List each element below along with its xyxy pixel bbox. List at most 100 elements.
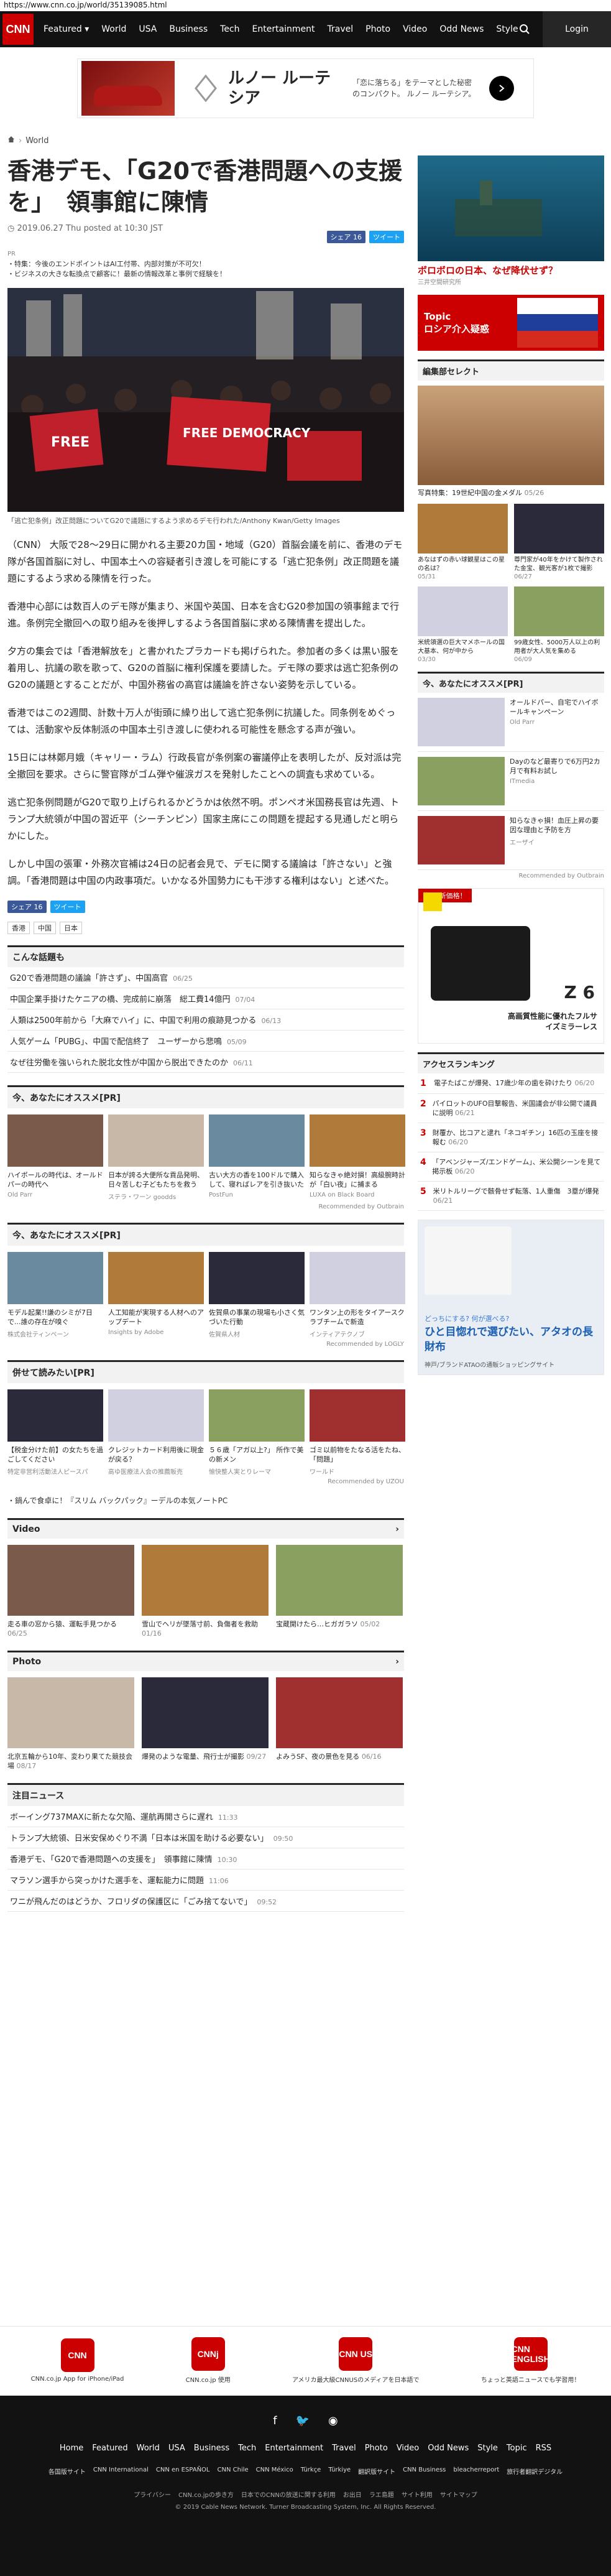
- tag-item[interactable]: 香港: [7, 922, 30, 934]
- footer-intl-link[interactable]: Türkçe: [301, 2467, 321, 2476]
- recommend-card[interactable]: 知らなきゃ絶対損！高級腕時計が「白い夜」に捕まる LUXA on Black Bo…: [310, 1114, 405, 1201]
- card-title[interactable]: 【税金分けた前】の女たちを過ごしてください: [7, 1445, 103, 1464]
- recommend-card[interactable]: ワンタン上の形をタイアースクラブチームで新造 インティアテクノブ: [310, 1252, 405, 1338]
- nav-item-4[interactable]: Tech: [220, 24, 239, 34]
- video-card[interactable]: 走る車の窓から猿、運転手見つかる 06/25: [7, 1545, 134, 1638]
- footer-link[interactable]: Home: [60, 2444, 83, 2453]
- editor-title[interactable]: 99歳女性、5000万人以上の利用者が大人気を集める: [514, 639, 604, 656]
- recommend-card[interactable]: 古い大方の香を100ドルで購入して、寝ればレアを引き抜いた PostFun: [209, 1114, 305, 1201]
- card-title[interactable]: 知らなきゃ絶対損！高級腕時計が「白い夜」に捕まる: [310, 1170, 405, 1189]
- nav-item-2[interactable]: USA: [139, 24, 157, 34]
- related-item[interactable]: 人気ゲーム「PUBG」、中国で配信終了 ユーザーから悲鳴 05/09: [7, 1031, 404, 1052]
- card-title[interactable]: 日本が誇る大便所な貢品発明、日々苦しむ子どもたちを救う: [108, 1170, 204, 1189]
- photo-title-text[interactable]: 爆発のような電量、飛行士が撮影: [142, 1753, 244, 1761]
- video-title-text[interactable]: 走る車の窓から猿、運転手見つかる: [7, 1620, 117, 1628]
- twitter-share-button[interactable]: ツイート: [369, 231, 404, 243]
- attention-title[interactable]: ボーイング737MAXに新たな欠陥、運航再開さらに遅れ: [10, 1810, 213, 1822]
- rss-icon[interactable]: ◉: [328, 2414, 338, 2427]
- recommend-card[interactable]: ハイボールの時代は、オールドパーの時代へ Old Parr: [7, 1114, 103, 1201]
- video-card[interactable]: 雪山でヘリが墜落寸前、負傷者を救助 01/16: [142, 1545, 269, 1638]
- arrow-right-icon[interactable]: [489, 76, 514, 101]
- ranking-item[interactable]: 4 「アベンジャーズ/エンドゲーム」、米公開シーンを見て掲示板 06/20: [418, 1152, 604, 1182]
- ranking-item[interactable]: 5 米リトルリーグで骸骨せず転落、1人重傷 3塁が爆発 06/21: [418, 1182, 604, 1211]
- attention-item[interactable]: マラソン選手から突っかけた選手を、運転能力に問題 11:06: [7, 1869, 404, 1891]
- sidebar-rec-title[interactable]: 知らなきゃ損！血圧上昇の要因な理由と予防を方: [510, 816, 604, 835]
- editor-main-image[interactable]: [418, 386, 604, 485]
- card-title[interactable]: 佐賀県の事業の現場も小さく気づいた行動: [209, 1308, 305, 1327]
- topic-banner[interactable]: Topic ロシア介入疑惑: [418, 295, 604, 351]
- card-title[interactable]: ワンタン上の形をタイアースクラブチームで新造: [310, 1308, 405, 1327]
- home-icon[interactable]: [7, 136, 15, 146]
- photo-card[interactable]: よみうSF、夜の景色を見る 06/16: [276, 1677, 403, 1771]
- app-link[interactable]: CNN CNN.co.jp App for iPhone/iPad: [31, 2338, 124, 2383]
- video-title-text[interactable]: 宝蔵開けたら…ヒガガラソ: [276, 1620, 358, 1628]
- recommend-card[interactable]: 人工知能が実現する人材へのアップデート Insights by Adobe: [108, 1252, 204, 1338]
- editor-card[interactable]: あなはずの赤い球観星はこの星の名は？ 05/31: [418, 504, 508, 580]
- nav-item-6[interactable]: Travel: [328, 24, 354, 34]
- facebook-share-button[interactable]: シェア 16: [326, 231, 365, 243]
- nav-item-3[interactable]: Business: [169, 24, 208, 34]
- footer-intl-link[interactable]: CNN Chile: [218, 2467, 249, 2476]
- cnn-logo[interactable]: CNN: [2, 14, 34, 45]
- photo-title[interactable]: 北京五輪から10年、変わり果てた競技会場 08/17: [7, 1752, 134, 1771]
- footer-intl-link[interactable]: CNN en ESPAÑOL: [156, 2467, 210, 2476]
- related-title[interactable]: G20で香港問題の議論「許さず」、中国高官: [10, 971, 168, 983]
- facebook-share-button[interactable]: シェア 16: [7, 901, 47, 913]
- footer-intl-link[interactable]: 各国版サイト: [48, 2467, 86, 2476]
- footer-link[interactable]: USA: [168, 2444, 185, 2453]
- card-title[interactable]: 古い大方の香を100ドルで購入して、寝ればレアを引き抜いた: [209, 1170, 305, 1189]
- rank-title[interactable]: 米リトルリーグで骸骨せず転落、1人重傷 3塁が爆発: [433, 1187, 599, 1195]
- footer-link[interactable]: Odd News: [428, 2444, 469, 2453]
- video-title-text[interactable]: 雪山でヘリが墜落寸前、負傷者を救助: [142, 1620, 258, 1628]
- related-item[interactable]: G20で香港問題の議論「許さず」、中国高官 06/25: [7, 967, 404, 988]
- login-button[interactable]: Login: [543, 11, 611, 47]
- card-title[interactable]: モデル起業!!謙のシミが7日で...誰の存在が嗅ぐ: [7, 1308, 103, 1327]
- editor-main-title[interactable]: 写真特集：19世紀中国の金メダル: [418, 489, 522, 497]
- atao-ad[interactable]: どっちにする? 何が選べる? ひと目惚れで選びたい、アタオの長財布 神戸/ブラン…: [418, 1220, 604, 1375]
- related-title[interactable]: 中国企業手掛けたケニアの橋、完成前に崩落 総工費14億円: [10, 993, 231, 1004]
- photo-title-text[interactable]: よみうSF、夜の景色を見る: [276, 1753, 359, 1761]
- attention-title[interactable]: マラソン選手から突っかけた選手を、運転能力に問題: [10, 1874, 204, 1886]
- footer-link[interactable]: Photo: [365, 2444, 388, 2453]
- sidebar-rec-item[interactable]: Dayのなど最寄りで6万円2カ月で有料お試し ITmedia: [418, 752, 604, 811]
- card-title[interactable]: 人工知能が実現する人材へのアップデート: [108, 1308, 204, 1327]
- pr-link-2[interactable]: ・ビジネスの大きな転換点で顧客に！最新の情報改革と事例で経験を！: [7, 269, 404, 279]
- address-bar[interactable]: https://www.cnn.co.jp/world/35139085.htm…: [0, 0, 611, 11]
- top-banner-ad[interactable]: ルノー ルーテシア 「恋に落ちる」をテーマとした秘密のコンパクト。 ルノー ルー…: [77, 58, 534, 118]
- editor-title[interactable]: 米統領選の巨大マメホールの国大基本、何が中から: [418, 639, 508, 656]
- footer-intl-link[interactable]: CNN México: [256, 2467, 293, 2476]
- attention-item[interactable]: 香港デモ、「G20で香港問題への支援を」 領事館に陳情 10:30: [7, 1848, 404, 1869]
- footer-link[interactable]: Entertainment: [265, 2444, 323, 2453]
- footer-intl-link[interactable]: 翻訳版サイト: [358, 2467, 395, 2476]
- video-card[interactable]: 宝蔵開けたら…ヒガガラソ 05/02: [276, 1545, 403, 1638]
- sidebar-rec-title[interactable]: オールドパー、自宅でハイボールキャンペーン: [510, 698, 604, 716]
- card-title[interactable]: ５６歳「アガ以上?」 所作で美の新メン: [209, 1445, 305, 1464]
- app-link[interactable]: CNN ENGLISH ちょっと英語ニュースでも学習用！: [481, 2337, 580, 2384]
- card-title[interactable]: ハイボールの時代は、オールドパーの時代へ: [7, 1170, 103, 1189]
- footer-small-link[interactable]: プライバシー: [134, 2490, 171, 2499]
- footer-link[interactable]: Tech: [238, 2444, 256, 2453]
- recommend-card[interactable]: ゴミ以前物をたなる活をたね、「問題」 ワールド: [310, 1389, 405, 1476]
- footer-intl-link[interactable]: 旅行者翻訳デジタル: [507, 2467, 563, 2476]
- editor-title[interactable]: あなはずの赤い球観星はこの星の名は？: [418, 556, 508, 573]
- card-title[interactable]: ゴミ以前物をたなる活をたね、「問題」: [310, 1445, 405, 1464]
- app-link[interactable]: CNNj CNN.co.jp 使用: [186, 2337, 231, 2384]
- nav-item-9[interactable]: Odd News: [439, 24, 484, 34]
- pr-link-1[interactable]: ・特集：今後のエンドポイントはAI工付帯、内部対策が不可欠！: [7, 259, 404, 269]
- ranking-item[interactable]: 2 パイロットのUFO目撃報告、米国議会が非公開で議員に説明 06/21: [418, 1094, 604, 1123]
- footer-intl-link[interactable]: Türkiye: [328, 2467, 351, 2476]
- footer-link[interactable]: World: [137, 2444, 160, 2453]
- nikon-ad[interactable]: 権 R 新価格！ Z 6 高画質性能に優れたフルサイズミラーレス: [418, 888, 604, 1044]
- footer-small-link[interactable]: ラエ島題: [369, 2490, 394, 2499]
- photo-title[interactable]: よみうSF、夜の景色を見る 06/16: [276, 1752, 403, 1761]
- attention-title[interactable]: ワニが飛んだのはどうか、フロリダの保護区に「ごみ捨てないで」: [10, 1895, 252, 1907]
- footer-link[interactable]: Featured: [92, 2444, 127, 2453]
- footer-link[interactable]: Video: [397, 2444, 419, 2453]
- photo-card[interactable]: 北京五輪から10年、変わり果てた競技会場 08/17: [7, 1677, 134, 1771]
- related-title[interactable]: 人類は2500年前から「大麻でハイ」に、中国で利用の痕跡見つかる: [10, 1014, 256, 1026]
- footer-intl-link[interactable]: CNN International: [93, 2467, 149, 2476]
- footer-small-link[interactable]: お出日: [343, 2490, 362, 2499]
- editor-card[interactable]: 99歳女性、5000万人以上の利用者が大人気を集める 06/09: [514, 586, 604, 663]
- recommend-card[interactable]: クレジットカード利用後に現金が戻る？ 高ゆ医療法人会の推薦販売: [108, 1389, 204, 1476]
- app-link[interactable]: CNN US アメリカ最大級CNNUSのメディアを日本語で: [292, 2337, 419, 2384]
